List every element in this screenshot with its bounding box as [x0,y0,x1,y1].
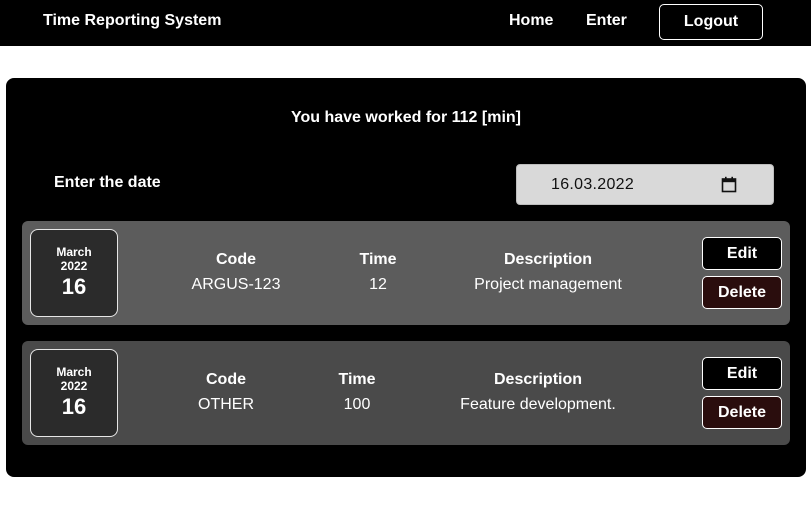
code-header: Code [216,251,256,268]
code-header: Code [206,371,246,388]
entry-description: Feature development. [460,396,616,413]
entry-date-card: March 2022 16 [30,229,118,317]
entry-month: March [56,365,92,379]
nav-link-home[interactable]: Home [509,12,553,30]
delete-button[interactable]: Delete [702,276,782,309]
edit-button[interactable]: Edit [702,357,782,390]
entry-description: Project management [474,276,622,293]
description-header: Description [493,371,583,388]
date-input-value: 16.03.2022 [551,176,635,193]
description-header: Description [503,251,593,268]
navbar: Time Reporting System Home Enter Logout [0,0,811,46]
entry-date-card: March 2022 16 [30,349,118,437]
logout-button[interactable]: Logout [659,4,763,40]
time-entry: March 2022 16 Code OTHER Time 100 Descri… [22,341,790,445]
brand-title[interactable]: Time Reporting System [43,12,221,30]
entry-day: 16 [61,394,87,419]
entry-month: March [56,245,92,259]
entry-code: OTHER [198,396,254,413]
entry-code: ARGUS-123 [191,276,281,293]
entry-day: 16 [61,274,87,299]
nav-link-enter[interactable]: Enter [586,12,627,30]
date-label: Enter the date [54,174,161,191]
date-input[interactable]: 16.03.2022 [516,164,774,205]
worked-summary: You have worked for 112 [min] [291,109,521,126]
time-entry: March 2022 16 Code ARGUS-123 Time 12 Des… [22,221,790,325]
time-header: Time [338,371,376,388]
delete-button[interactable]: Delete [702,396,782,429]
entry-time: 100 [343,396,371,413]
entry-time: 12 [369,276,387,293]
time-report-panel: You have worked for 112 [min] Enter the … [6,78,806,477]
edit-button[interactable]: Edit [702,237,782,270]
entry-year: 2022 [60,379,88,393]
time-header: Time [359,251,397,268]
calendar-icon[interactable] [721,176,737,193]
entry-year: 2022 [60,259,88,273]
